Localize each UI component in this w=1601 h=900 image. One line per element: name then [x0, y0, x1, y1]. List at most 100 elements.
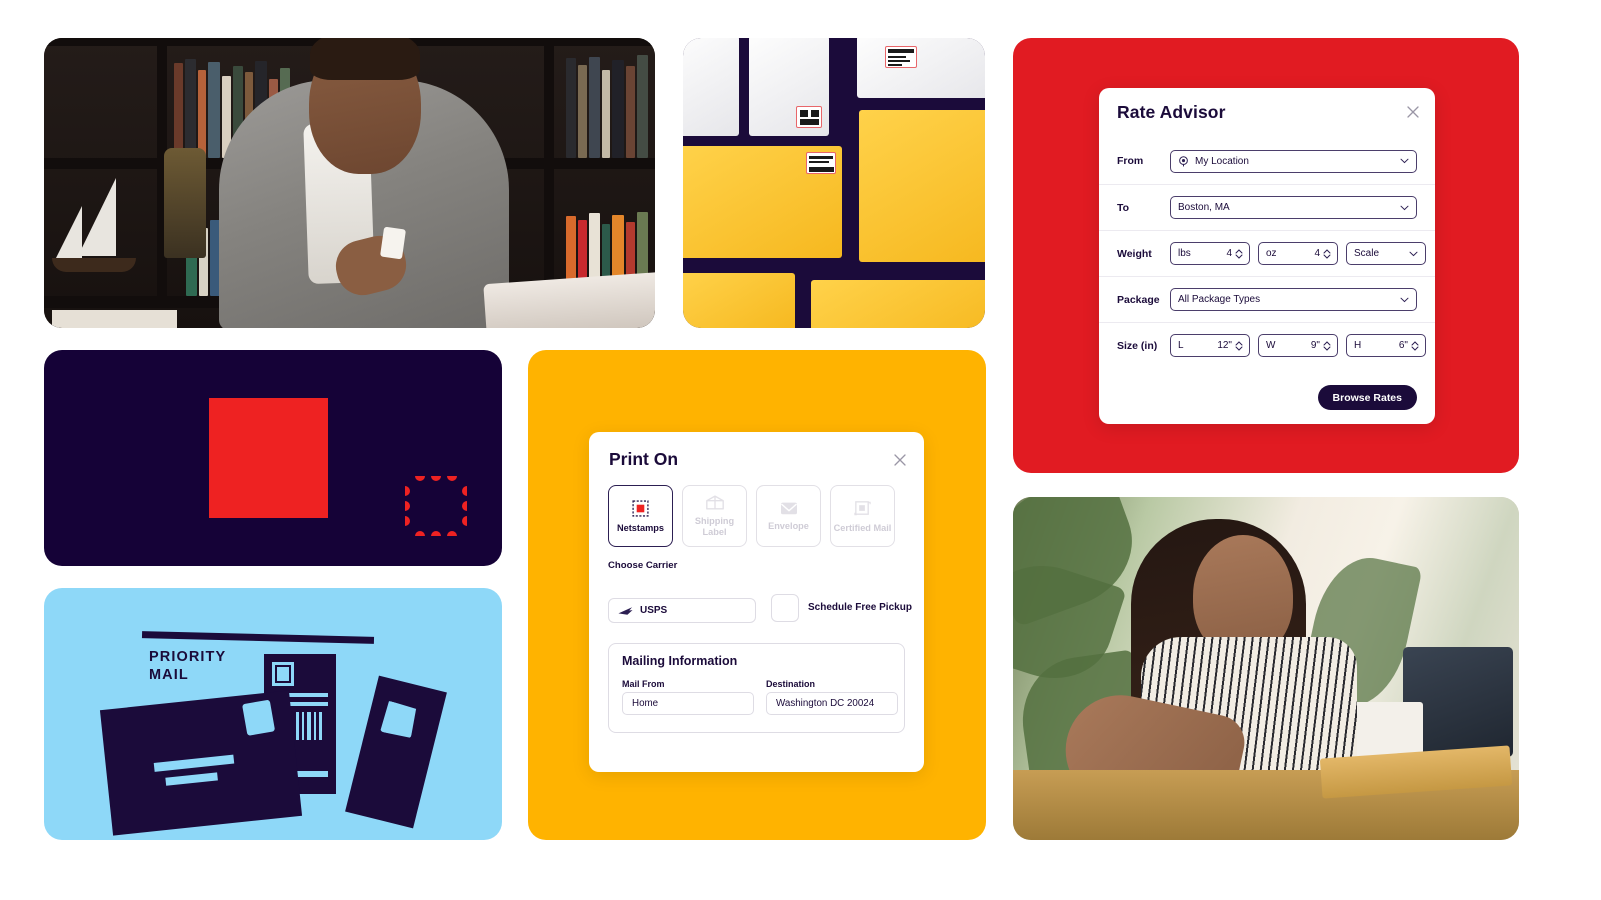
envelope-yellow	[683, 146, 842, 258]
sailboat-model	[50, 168, 140, 278]
stepper-icon[interactable]	[1235, 340, 1243, 351]
from-select[interactable]: My Location	[1170, 149, 1417, 173]
rate-advisor-form: From My Location To Boston, MA Weight lb…	[1099, 138, 1435, 368]
mail-card-right	[345, 675, 447, 829]
logo-red-square	[209, 398, 467, 536]
weight-lbs-value: 4	[1226, 248, 1232, 259]
weight-source-select[interactable]: Scale	[1346, 242, 1426, 265]
priority-mail-rule	[141, 631, 375, 644]
weight-oz-unit: oz	[1266, 248, 1277, 259]
rate-advisor-panel: Rate Advisor From My Location To Boston,…	[1013, 38, 1519, 473]
tile-envelope[interactable]: Envelope	[756, 485, 821, 547]
form-row-from: From My Location	[1099, 138, 1435, 184]
rate-advisor-card: Rate Advisor From My Location To Boston,…	[1099, 88, 1435, 424]
to-select[interactable]: Boston, MA	[1170, 196, 1417, 219]
lantern-decor	[164, 148, 206, 258]
size-length-stepper[interactable]: L 12"	[1170, 334, 1250, 357]
mail-card-front	[99, 690, 303, 836]
label-to: To	[1117, 201, 1130, 214]
size-width-stepper[interactable]: W 9"	[1258, 334, 1338, 357]
print-target-tiles: Netstamps Shipping Label Envelope Certif…	[608, 485, 895, 547]
stepper-icon[interactable]	[1323, 340, 1331, 351]
weight-oz-value: 4	[1314, 248, 1320, 259]
man-hair	[310, 38, 420, 80]
tile-certified-mail-label: Certified Mail	[833, 522, 892, 533]
page-title: Rate Advisor	[1117, 102, 1226, 122]
shipping-label	[796, 106, 822, 128]
label-from: From	[1117, 155, 1144, 167]
certified-mail-icon	[854, 500, 871, 515]
print-on-title: Print On	[609, 449, 679, 469]
form-row-to: To Boston, MA	[1099, 184, 1435, 230]
netstamp-icon	[632, 499, 649, 517]
chevron-down-icon	[1400, 158, 1409, 164]
form-row-package: Package All Package Types	[1099, 276, 1435, 322]
mailing-information-title: Mailing Information	[622, 654, 738, 668]
stepper-icon[interactable]	[1411, 340, 1419, 351]
envelope-yellow	[859, 110, 985, 262]
form-row-weight: Weight lbs 4 oz 4 Scale	[1099, 230, 1435, 276]
stepper-icon[interactable]	[1323, 248, 1331, 259]
close-icon[interactable]	[892, 452, 908, 468]
location-pin-icon	[1178, 155, 1189, 167]
priority-mail-label: PRIORITY MAIL	[149, 648, 226, 684]
envelope-yellow	[683, 273, 795, 328]
chevron-down-icon	[1409, 251, 1418, 256]
size-height-value: 6"	[1398, 340, 1408, 351]
label-size: Size (in)	[1117, 339, 1158, 352]
tile-certified-mail[interactable]: Certified Mail	[830, 485, 895, 547]
browse-rates-button[interactable]: Browse Rates	[1317, 385, 1417, 410]
shipping-label	[806, 152, 836, 174]
package-value: All Package Types	[1178, 294, 1261, 305]
weight-oz-stepper[interactable]: oz 4	[1258, 242, 1338, 265]
stamp-icon	[405, 476, 467, 536]
book-row	[564, 52, 655, 158]
shipping-label-icon	[705, 495, 724, 510]
schedule-free-pickup-label: Schedule Free Pickup	[808, 602, 912, 613]
priority-mail-line1: PRIORITY	[149, 649, 227, 665]
form-row-size: Size (in) L 12" W 9" H 6"	[1099, 322, 1435, 368]
destination-label: Destination	[766, 679, 816, 689]
print-on-card: Print On Netstamps Shipping Label Envelo…	[589, 432, 924, 772]
stepper-icon[interactable]	[1235, 248, 1243, 259]
schedule-free-pickup-checkbox[interactable]	[771, 594, 799, 622]
destination-input[interactable]: Washington DC 20024	[766, 692, 898, 715]
carrier-value: USPS	[640, 605, 668, 616]
size-length-value: 12"	[1217, 340, 1232, 351]
envelope-icon	[780, 502, 797, 515]
label-weight: Weight	[1117, 247, 1152, 260]
envelope-white	[683, 38, 739, 136]
mail-from-value: Home	[632, 698, 659, 709]
mail-from-input[interactable]: Home	[622, 692, 754, 715]
from-value: My Location	[1195, 155, 1249, 167]
shipping-label	[885, 46, 917, 68]
page-canvas: PRIORITY MAIL Rate Advisor From My Locat…	[0, 0, 1601, 900]
priority-mail-illustration-panel: PRIORITY MAIL	[44, 588, 502, 840]
print-on-panel: Print On Netstamps Shipping Label Envelo…	[528, 350, 986, 840]
weight-source-value: Scale	[1354, 248, 1380, 259]
size-width-value: 9"	[1310, 340, 1320, 351]
photo-mailing-envelopes	[683, 38, 985, 328]
label-package: Package	[1117, 293, 1160, 306]
mail-from-label: Mail From	[622, 679, 665, 689]
carrier-select[interactable]: USPS	[608, 598, 756, 623]
destination-value: Washington DC 20024	[776, 698, 875, 709]
close-icon[interactable]	[1405, 104, 1421, 120]
choose-carrier-label: Choose Carrier	[608, 560, 678, 571]
photo-woman-packing	[1013, 497, 1519, 840]
chevron-down-icon	[1400, 297, 1409, 302]
tile-netstamps-label: Netstamps	[617, 522, 664, 533]
book-stack	[52, 310, 177, 328]
priority-mail-line2: MAIL	[149, 667, 189, 683]
chevron-down-icon	[1400, 205, 1409, 210]
to-value: Boston, MA	[1178, 202, 1230, 213]
package-select[interactable]: All Package Types	[1170, 288, 1417, 311]
size-height-unit: H	[1354, 340, 1362, 351]
size-height-stepper[interactable]: H 6"	[1346, 334, 1426, 357]
size-width-unit: W	[1266, 340, 1276, 351]
tile-netstamps[interactable]: Netstamps	[608, 485, 673, 547]
usps-eagle-icon	[618, 606, 633, 615]
tile-shipping-label[interactable]: Shipping Label	[682, 485, 747, 547]
weight-lbs-stepper[interactable]: lbs 4	[1170, 242, 1250, 265]
postage-stamp-in-hand	[380, 226, 406, 260]
